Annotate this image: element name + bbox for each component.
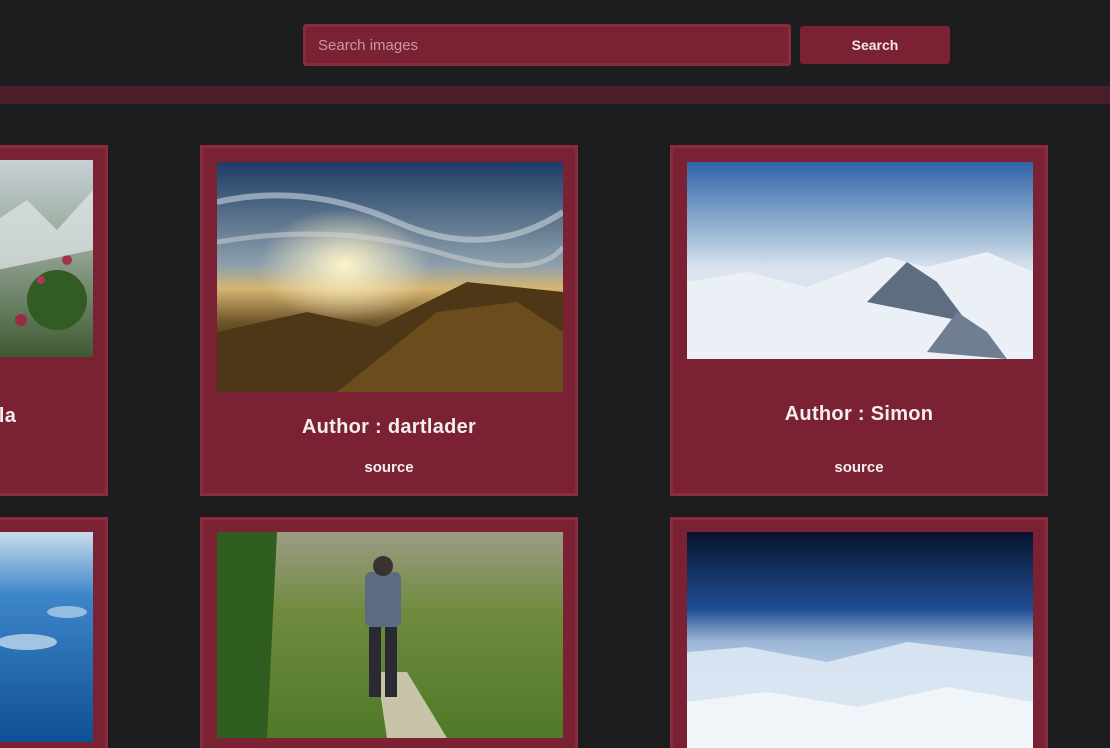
card-author: Author : dartlader bbox=[301, 416, 477, 438]
top-bar: Search bbox=[0, 0, 1110, 86]
card-photo[interactable] bbox=[0, 160, 93, 357]
card-photo[interactable] bbox=[217, 532, 563, 738]
card-source-link[interactable]: source bbox=[203, 459, 575, 476]
header-divider bbox=[0, 86, 1110, 104]
card-photo[interactable] bbox=[687, 162, 1033, 359]
gallery-card[interactable] bbox=[670, 517, 1048, 748]
gallery-card[interactable]: Author : dartlader source bbox=[200, 145, 578, 496]
card-source-link[interactable]: source bbox=[673, 459, 1045, 476]
card-photo[interactable] bbox=[687, 532, 1033, 748]
gallery-card[interactable] bbox=[200, 517, 578, 748]
card-author: lla bbox=[0, 405, 17, 427]
card-author: Author : Simon bbox=[784, 403, 934, 425]
search-button[interactable]: Search bbox=[800, 26, 950, 64]
card-photo[interactable] bbox=[0, 532, 93, 742]
gallery-card-partial[interactable]: lla bbox=[0, 145, 108, 496]
card-photo[interactable] bbox=[217, 162, 563, 392]
gallery-card-partial[interactable] bbox=[0, 517, 108, 748]
search-input[interactable] bbox=[303, 24, 791, 66]
gallery-card[interactable]: Author : Simon source bbox=[670, 145, 1048, 496]
